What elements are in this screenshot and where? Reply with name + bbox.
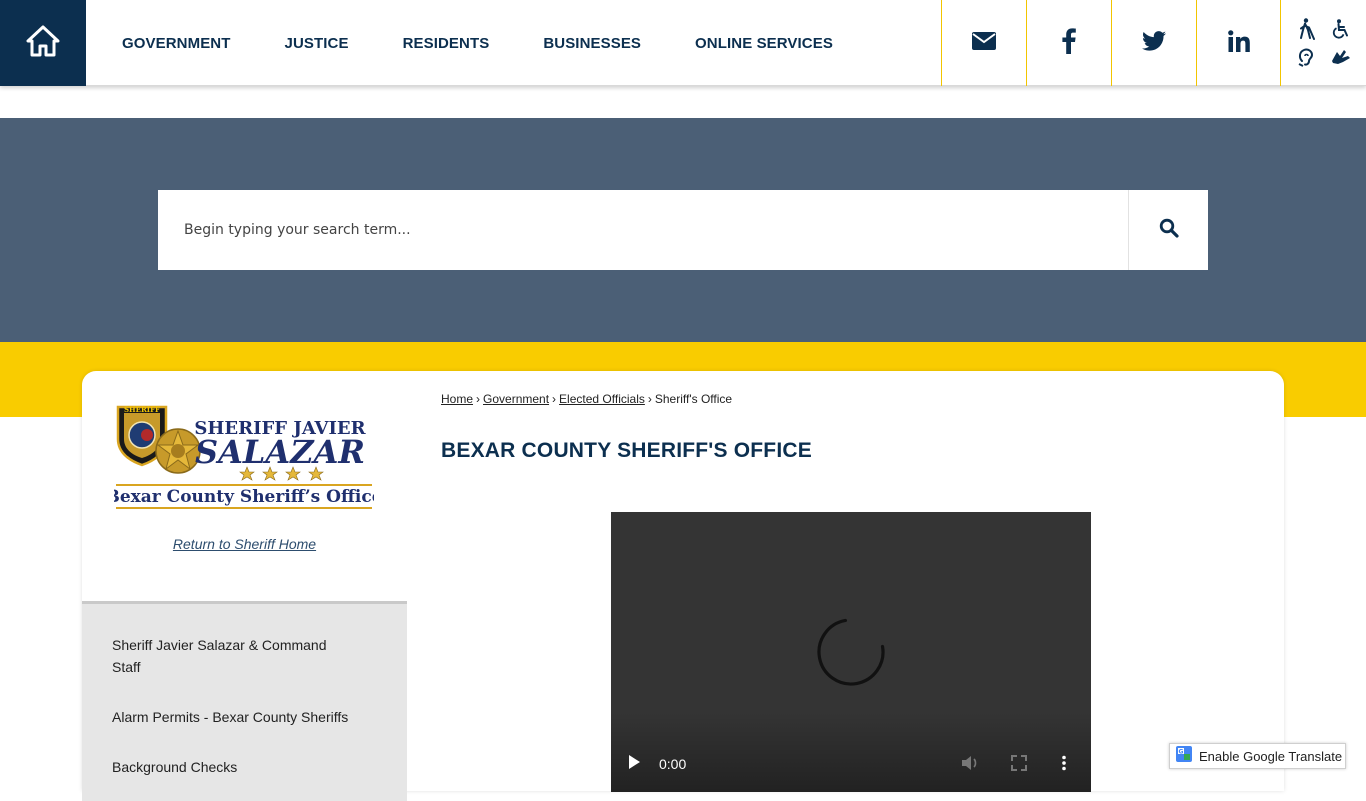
sheriff-logo[interactable]: SHERIFF SHERIFF JAVIER SALAZAR Bexar Cou…: [105, 401, 383, 513]
nav-item-online-services[interactable]: ONLINE SERVICES: [695, 35, 833, 52]
facebook-icon: [1062, 27, 1076, 59]
nav-item-justice[interactable]: JUSTICE: [285, 35, 349, 52]
main-content: Home › Government › Elected Officials › Sherif…: [441, 371, 1261, 792]
hearing-icon[interactable]: [1290, 43, 1324, 71]
home-button[interactable]: [0, 0, 86, 86]
search-input[interactable]: [158, 190, 1128, 270]
accessibility-links: [1282, 0, 1366, 86]
search-box: [158, 190, 1208, 270]
breadcrumb-separator: ›: [476, 392, 481, 406]
nav-item-government[interactable]: GOVERNMENT: [122, 35, 231, 52]
search-banner: [0, 118, 1366, 342]
google-translate-button[interactable]: G Enable Google Translate: [1169, 743, 1346, 769]
volume-icon[interactable]: [961, 755, 979, 776]
logo-line-2: SALAZAR: [195, 433, 365, 471]
page-title: BEXAR COUNTY SHERIFF'S OFFICE: [441, 439, 812, 462]
logo-line-3: Bexar County Sheriff’s Office: [114, 487, 374, 507]
breadcrumb-home[interactable]: Home: [441, 392, 473, 406]
breadcrumb-government[interactable]: Government: [483, 392, 549, 406]
home-icon: [26, 25, 60, 62]
wheelchair-icon[interactable]: [1324, 15, 1358, 43]
search-button[interactable]: [1128, 190, 1208, 270]
linkedin-icon: [1227, 29, 1250, 57]
twitter-button[interactable]: [1111, 0, 1196, 86]
svg-text:G: G: [1179, 748, 1184, 755]
twitter-icon: [1142, 30, 1166, 56]
content-card: SHERIFF SHERIFF JAVIER SALAZAR Bexar Cou…: [82, 371, 1284, 801]
email-button[interactable]: [941, 0, 1026, 86]
return-to-sheriff-home-link[interactable]: Return to Sheriff Home: [82, 536, 407, 552]
mail-icon: [972, 31, 996, 55]
blind-walking-icon[interactable]: [1290, 15, 1324, 43]
loading-spinner-icon: [813, 614, 889, 690]
play-icon[interactable]: [627, 754, 641, 775]
breadcrumb-elected-officials[interactable]: Elected Officials: [559, 392, 645, 406]
video-player[interactable]: 0:00: [611, 512, 1091, 792]
google-translate-label: Enable Google Translate: [1199, 748, 1343, 764]
more-options-icon[interactable]: [1061, 755, 1067, 776]
fullscreen-icon[interactable]: [1011, 755, 1027, 776]
sidebar-item-command-staff[interactable]: Sheriff Javier Salazar & Command Staff: [112, 634, 352, 678]
sidebar-item-alarm-permits[interactable]: Alarm Permits - Bexar County Sheriffs: [112, 706, 382, 728]
sidebar-item-background-checks[interactable]: Background Checks: [112, 756, 352, 778]
nav-item-businesses[interactable]: BUSINESSES: [543, 35, 641, 52]
sidebar: SHERIFF SHERIFF JAVIER SALAZAR Bexar Cou…: [82, 371, 407, 801]
breadcrumb-separator: ›: [647, 392, 652, 406]
badge-text: SHERIFF: [124, 405, 160, 414]
linkedin-button[interactable]: [1196, 0, 1281, 86]
breadcrumb: Home › Government › Elected Officials › Sherif…: [441, 392, 732, 406]
facebook-button[interactable]: [1026, 0, 1111, 86]
search-icon: [1159, 218, 1179, 243]
sign-language-icon[interactable]: [1324, 43, 1358, 71]
main-nav: GOVERNMENT JUSTICE RESIDENTS BUSINESSES …: [122, 0, 887, 86]
google-translate-icon: G: [1176, 745, 1192, 767]
video-controls: 0:00: [611, 712, 1091, 792]
breadcrumb-current: Sheriff's Office: [654, 392, 733, 406]
top-navigation-bar: GOVERNMENT JUSTICE RESIDENTS BUSINESSES …: [0, 0, 1366, 86]
sidebar-nav: Sheriff Javier Salazar & Command Staff A…: [82, 601, 407, 801]
breadcrumb-separator: ›: [552, 392, 557, 406]
nav-item-residents[interactable]: RESIDENTS: [403, 35, 490, 52]
video-time: 0:00: [659, 756, 687, 772]
social-links: [941, 0, 1281, 86]
